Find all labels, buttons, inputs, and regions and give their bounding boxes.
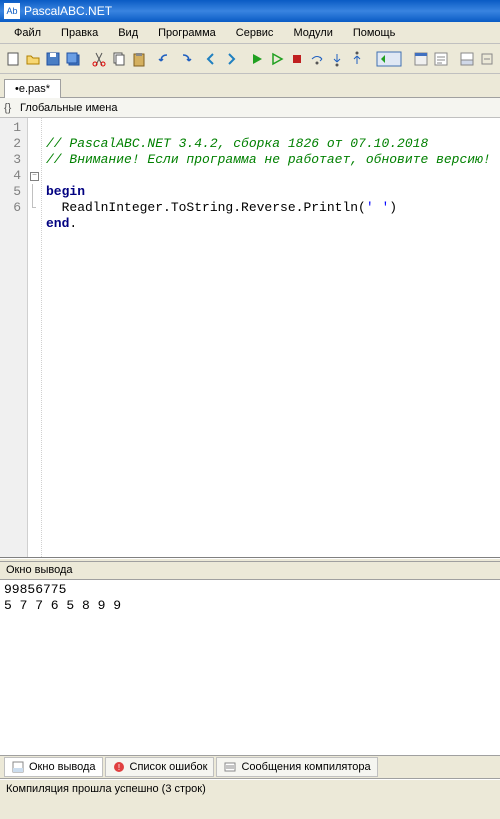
- status-text: Компиляция прошла успешно (3 строк): [6, 783, 206, 795]
- tab-label: Окно вывода: [29, 761, 96, 773]
- app-title: PascalABC.NET: [24, 4, 112, 18]
- output-panel-title: Окно вывода: [0, 562, 500, 580]
- copy-button[interactable]: [110, 48, 128, 70]
- form-designer-button[interactable]: [412, 48, 430, 70]
- namespace-label: Глобальные имена: [20, 102, 118, 114]
- menu-service[interactable]: Сервис: [228, 25, 282, 41]
- compile-button[interactable]: [374, 48, 404, 70]
- code-keyword: end: [46, 216, 69, 231]
- line-number: 2: [0, 136, 21, 152]
- step-over-button[interactable]: [308, 48, 326, 70]
- step-into-button[interactable]: [328, 48, 346, 70]
- paste-button[interactable]: [130, 48, 148, 70]
- toolbar: [0, 44, 500, 74]
- code-area[interactable]: // PascalABC.NET 3.4.2, сборка 1826 от 0…: [42, 118, 500, 557]
- tab-label: Список ошибок: [130, 761, 208, 773]
- code-keyword: begin: [46, 184, 85, 199]
- code-line: // PascalABC.NET 3.4.2, сборка 1826 от 0…: [46, 136, 428, 151]
- cut-button[interactable]: [90, 48, 108, 70]
- run-no-debug-button[interactable]: [268, 48, 286, 70]
- stop-button[interactable]: [288, 48, 306, 70]
- line-number: 3: [0, 152, 21, 168]
- redo-button[interactable]: [176, 48, 194, 70]
- bottom-tabbar: Окно вывода ! Список ошибок Сообщения ко…: [0, 755, 500, 779]
- new-file-button[interactable]: [4, 48, 22, 70]
- line-gutter: 1 2 3 4 5 6: [0, 118, 28, 557]
- save-button[interactable]: [44, 48, 62, 70]
- statusbar: Компиляция прошла успешно (3 строк): [0, 779, 500, 799]
- fold-column: −: [28, 118, 42, 557]
- menu-edit[interactable]: Правка: [53, 25, 106, 41]
- error-tab-icon: !: [112, 760, 126, 774]
- fold-toggle-icon[interactable]: −: [30, 172, 39, 181]
- toggle-output-button[interactable]: [458, 48, 476, 70]
- code-line: // Внимание! Если программа не работает,…: [46, 152, 491, 167]
- code-line: ReadlnInteger.ToString.Reverse.Println(: [46, 200, 366, 215]
- messages-tab-icon: [223, 760, 237, 774]
- code-text: ): [389, 200, 397, 215]
- output-line: 5 7 7 6 5 8 9 9: [4, 598, 121, 613]
- menu-modules[interactable]: Модули: [285, 25, 340, 41]
- file-tab[interactable]: •e.pas*: [4, 79, 61, 98]
- line-number: 6: [0, 200, 21, 216]
- namespace-bar[interactable]: {} Глобальные имена: [0, 98, 500, 118]
- tab-messages[interactable]: Сообщения компилятора: [216, 757, 377, 777]
- line-number: 4: [0, 168, 21, 184]
- braces-icon: {}: [4, 102, 18, 114]
- menubar: Файл Правка Вид Программа Сервис Модули …: [0, 22, 500, 44]
- open-file-button[interactable]: [24, 48, 42, 70]
- menu-program[interactable]: Программа: [150, 25, 224, 41]
- menu-view[interactable]: Вид: [110, 25, 146, 41]
- run-button[interactable]: [248, 48, 266, 70]
- collapse-button[interactable]: [478, 48, 496, 70]
- output-tab-icon: [11, 760, 25, 774]
- tab-output[interactable]: Окно вывода: [4, 757, 103, 777]
- titlebar: Ab PascalABC.NET: [0, 0, 500, 22]
- svg-text:!: !: [117, 763, 119, 772]
- code-text: .: [69, 216, 77, 231]
- nav-back-button[interactable]: [202, 48, 220, 70]
- code-string: ' ': [366, 200, 389, 215]
- output-line: 99856775: [4, 582, 66, 597]
- step-out-button[interactable]: [348, 48, 366, 70]
- undo-button[interactable]: [156, 48, 174, 70]
- menu-help[interactable]: Помощь: [345, 25, 404, 41]
- menu-file[interactable]: Файл: [6, 25, 49, 41]
- tab-label: Сообщения компилятора: [241, 761, 370, 773]
- tab-errors[interactable]: ! Список ошибок: [105, 757, 215, 777]
- output-panel[interactable]: 99856775 5 7 7 6 5 8 9 9: [0, 580, 500, 755]
- app-icon: Ab: [4, 3, 20, 19]
- file-tabbar: •e.pas*: [0, 74, 500, 98]
- code-editor[interactable]: 1 2 3 4 5 6 − // PascalABC.NET 3.4.2, сб…: [0, 118, 500, 558]
- form-code-button[interactable]: [432, 48, 450, 70]
- line-number: 1: [0, 120, 21, 136]
- save-all-button[interactable]: [64, 48, 82, 70]
- nav-forward-button[interactable]: [222, 48, 240, 70]
- line-number: 5: [0, 184, 21, 200]
